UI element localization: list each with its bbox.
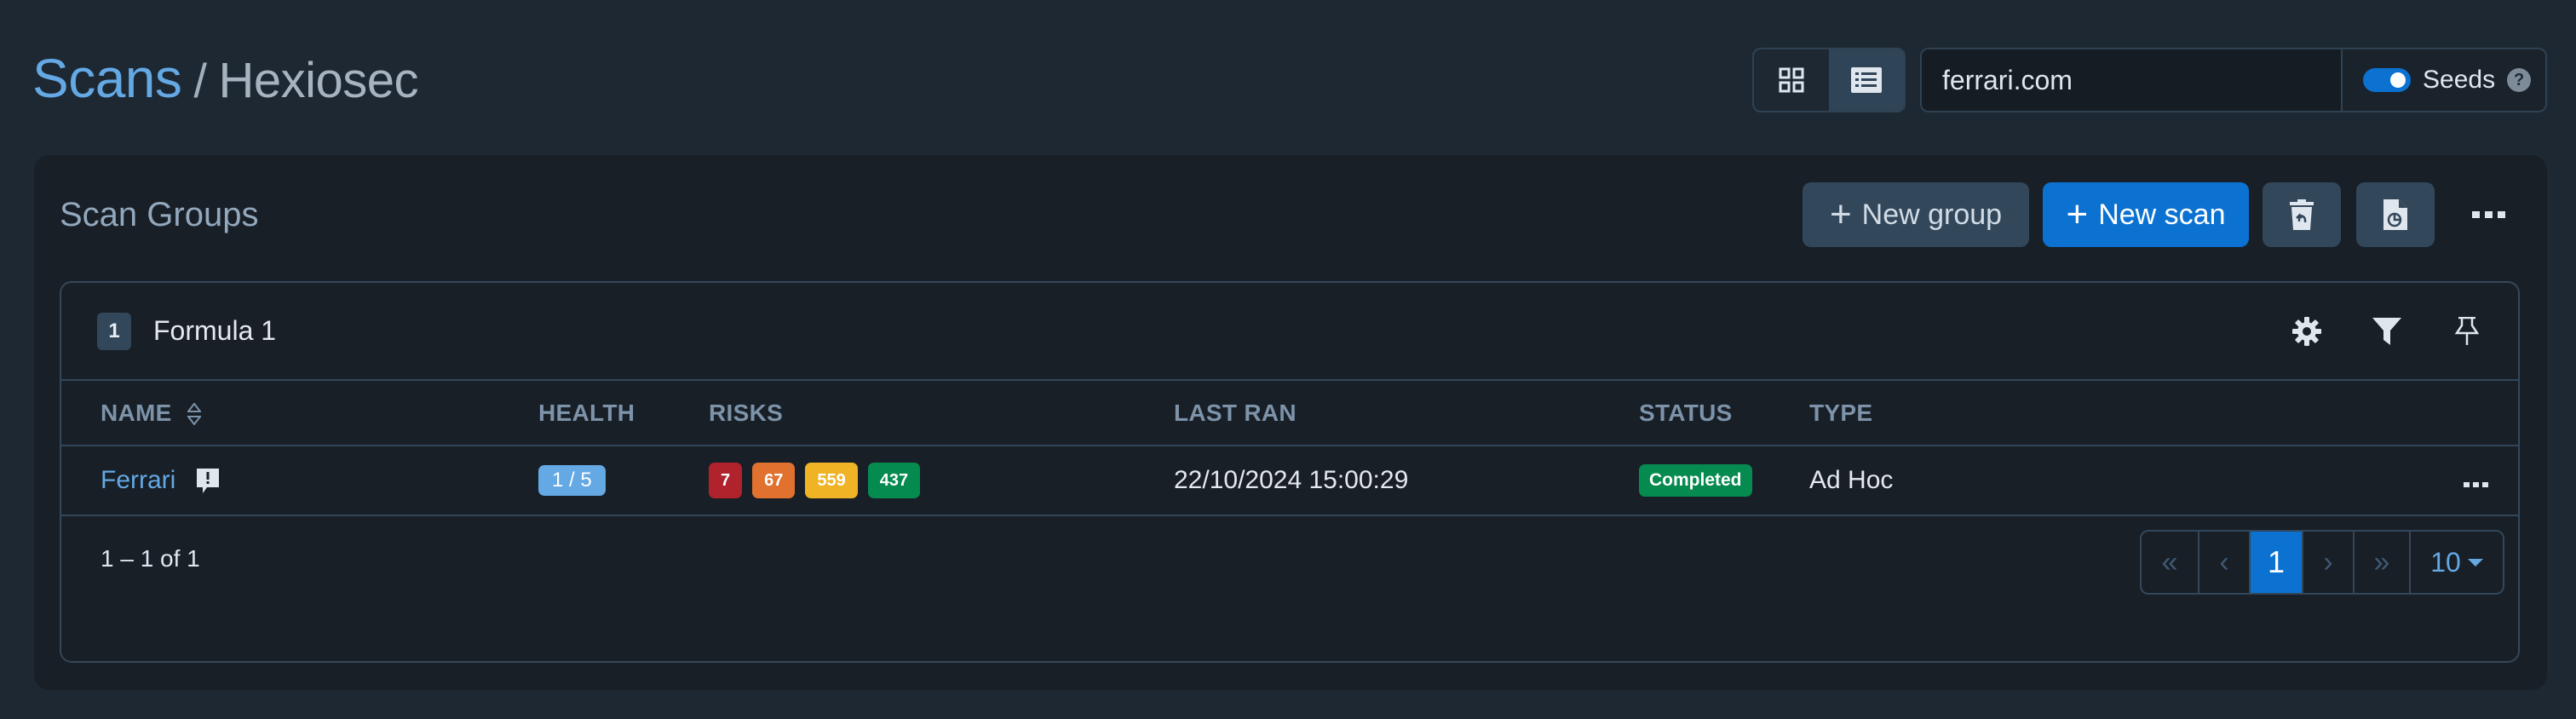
risk-badge-medium[interactable]: 559 [805, 463, 858, 498]
toggle-knob [2390, 72, 2406, 88]
plus-icon: + [2066, 193, 2089, 235]
panel-title: Scan Groups [60, 196, 259, 233]
column-header-actions [2441, 381, 2518, 446]
column-header-health: HEALTH [538, 381, 709, 446]
help-icon[interactable]: ? [2507, 68, 2532, 92]
last-page-button[interactable]: » [2355, 532, 2411, 593]
pin-icon [2455, 316, 2479, 345]
scan-name-link[interactable]: Ferrari [101, 466, 175, 494]
group-header: 1 Formula 1 [61, 283, 2518, 381]
gear-icon [2292, 316, 2321, 346]
cell-last-ran: 22/10/2024 15:00:29 [1174, 446, 1639, 516]
previous-page-button[interactable]: ‹ [2199, 532, 2251, 593]
cell-health: 1 / 5 [538, 446, 709, 516]
plus-icon: + [1829, 193, 1852, 235]
table-row[interactable]: Ferrari 1 / 5 7 67 559 437 22/10/2024 15:00… [61, 446, 2518, 516]
new-scan-label: New scan [2098, 198, 2226, 231]
column-header-last-ran: LAST RAN [1174, 381, 1639, 446]
scans-table: NAME HEALTH RISKS LAST RAN STATUS TYPE F… [61, 381, 2518, 516]
grid-icon [1779, 67, 1804, 93]
new-scan-button[interactable]: + New scan [2043, 182, 2249, 247]
column-name-label: NAME [101, 399, 172, 426]
risk-badge-high[interactable]: 67 [752, 463, 796, 498]
breadcrumb: Scans / Hexiosec [32, 44, 418, 115]
risk-badge-critical[interactable]: 7 [709, 463, 743, 498]
health-badge[interactable]: 1 / 5 [538, 465, 606, 497]
column-header-risks: RISKS [709, 381, 1174, 446]
breadcrumb-current: Hexiosec [218, 53, 418, 108]
more-options-button[interactable] [2450, 182, 2528, 247]
filter-icon [2372, 317, 2401, 345]
new-group-label: New group [1861, 198, 2003, 231]
sort-icon[interactable] [187, 403, 201, 426]
panel-actions: + New group + New scan [1803, 182, 2547, 247]
table-header-row: NAME HEALTH RISKS LAST RAN STATUS TYPE [61, 381, 2518, 446]
pagination: « ‹ 1 › » 10 [2140, 530, 2504, 595]
restore-deleted-button[interactable] [2263, 182, 2341, 247]
column-header-type: TYPE [1809, 381, 2441, 446]
seeds-label: Seeds [2423, 66, 2496, 94]
pagination-range: 1 – 1 of 1 [101, 545, 200, 572]
more-icon [2464, 482, 2488, 487]
card-footer: 1 – 1 of 1 « ‹ 1 › » 10 [61, 516, 2518, 661]
breadcrumb-scans-link[interactable]: Scans [32, 48, 182, 109]
scan-groups-panel: Scan Groups + New group + New scan 1 For… [34, 155, 2547, 690]
file-chart-icon [2383, 199, 2407, 230]
scan-group-card: 1 Formula 1 NAME HEALTH RISKS LAST RAN S… [60, 281, 2520, 663]
row-actions-button[interactable] [2441, 446, 2518, 516]
new-group-button[interactable]: + New group [1803, 182, 2029, 247]
search-group: Seeds ? [1920, 48, 2547, 112]
group-count-badge: 1 [97, 312, 131, 350]
column-header-status: STATUS [1639, 381, 1809, 446]
page-size-select[interactable]: 10 [2411, 532, 2503, 593]
first-page-button[interactable]: « [2142, 532, 2199, 593]
search-input[interactable] [1922, 49, 2343, 111]
grid-view-button[interactable] [1754, 49, 1829, 111]
group-settings-button[interactable] [2291, 316, 2322, 347]
comment-alert-icon[interactable] [196, 469, 219, 494]
list-icon [1851, 67, 1882, 93]
column-header-name[interactable]: NAME [61, 381, 538, 446]
list-view-button[interactable] [1829, 49, 1904, 111]
cell-type: Ad Hoc [1809, 446, 2441, 516]
risk-badge-low[interactable]: 437 [867, 463, 921, 498]
view-toggle [1752, 48, 1906, 112]
seeds-control: Seeds ? [2343, 49, 2545, 111]
group-tools [2291, 283, 2482, 379]
cell-status: Completed [1639, 446, 1809, 516]
next-page-button[interactable]: › [2303, 532, 2355, 593]
group-name: Formula 1 [153, 315, 277, 346]
page-1-button[interactable]: 1 [2251, 532, 2303, 593]
report-button[interactable] [2356, 182, 2435, 247]
caret-down-icon [2467, 558, 2483, 567]
group-filter-button[interactable] [2372, 316, 2402, 347]
cell-name: Ferrari [61, 446, 538, 516]
seeds-toggle[interactable] [2363, 68, 2411, 92]
cell-risks: 7 67 559 437 [709, 446, 1174, 516]
group-pin-button[interactable] [2452, 316, 2482, 347]
status-badge: Completed [1639, 464, 1752, 497]
trash-restore-icon [2290, 199, 2314, 230]
more-icon [2472, 211, 2505, 218]
page-size-value: 10 [2430, 546, 2461, 578]
breadcrumb-separator: / [193, 54, 207, 107]
